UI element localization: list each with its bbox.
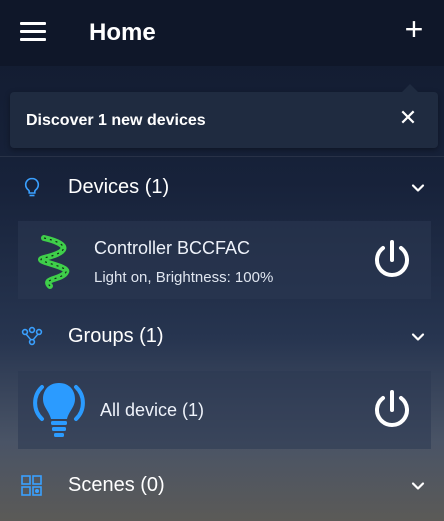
close-icon[interactable]: ✕ — [396, 106, 420, 130]
section-header-groups[interactable]: Groups (1) — [0, 313, 444, 361]
discover-banner-text: Discover 1 new devices — [26, 112, 206, 129]
page-title: Home — [89, 19, 156, 46]
section-header-scenes[interactable]: Scenes (0) — [0, 462, 444, 510]
add-icon[interactable]: + — [398, 13, 430, 46]
scenes-grid-icon — [21, 475, 42, 496]
device-name: Controller BCCFAC — [94, 238, 251, 258]
chevron-down-icon[interactable] — [410, 329, 426, 345]
section-label-groups: Groups (1) — [68, 325, 164, 347]
device-status: Light on, Brightness: 100% — [94, 269, 274, 286]
banner-pointer — [402, 84, 418, 92]
menu-icon[interactable] — [20, 22, 46, 42]
group-nodes-icon — [21, 326, 43, 346]
app-bar: Home + — [0, 0, 444, 66]
chevron-down-icon[interactable] — [410, 478, 426, 494]
power-icon[interactable] — [366, 234, 418, 286]
lightbulb-icon — [33, 383, 85, 437]
discover-banner[interactable]: Discover 1 new devices ✕ — [10, 84, 438, 148]
device-card-controller[interactable]: Controller BCCFAC Light on, Brightness: … — [18, 221, 431, 299]
divider — [0, 156, 444, 157]
chevron-down-icon[interactable] — [410, 180, 426, 196]
power-icon[interactable] — [366, 384, 418, 436]
lightbulb-outline-icon — [24, 177, 40, 197]
group-name: All device (1) — [100, 400, 205, 420]
group-card-all-devices[interactable]: All device (1) — [18, 371, 431, 449]
section-label-devices: Devices (1) — [68, 176, 170, 198]
section-label-scenes: Scenes (0) — [68, 474, 165, 496]
section-header-devices[interactable]: Devices (1) — [0, 164, 444, 212]
led-strip-icon — [38, 235, 70, 289]
